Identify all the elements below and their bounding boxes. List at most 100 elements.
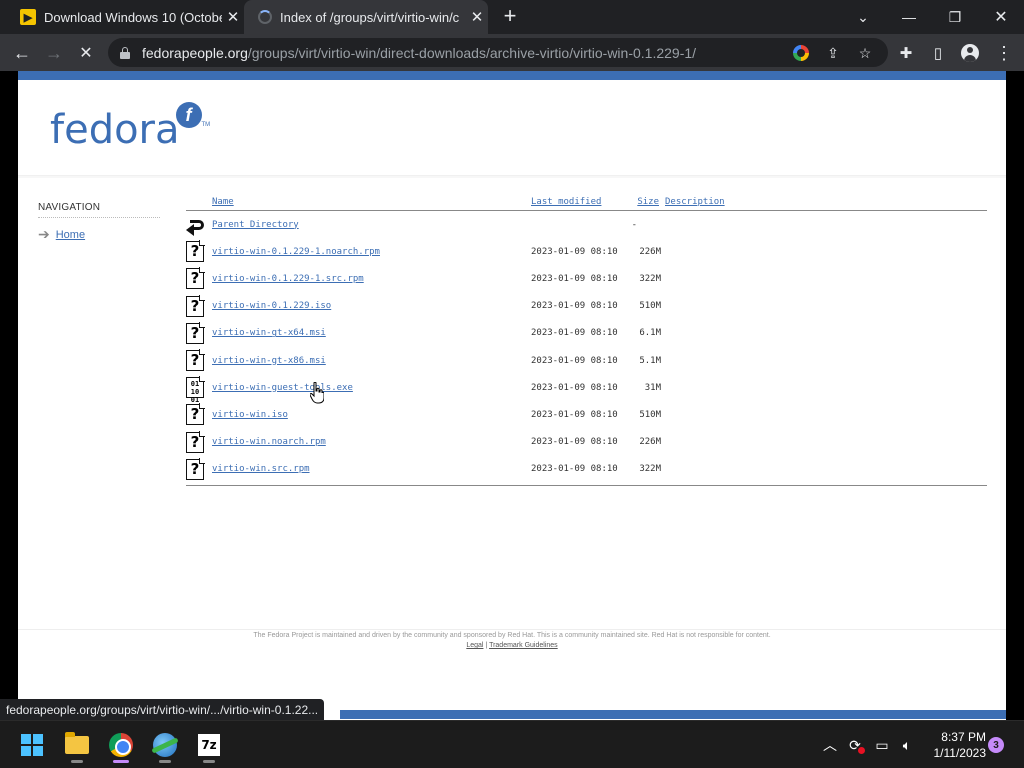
file-size: 510M (639, 301, 661, 312)
table-row[interactable]: ? virtio-win-0.1.229-1.noarch.rpm 2023-01-… (186, 238, 987, 265)
7zip-button[interactable]: 7z (191, 727, 227, 763)
unknown-file-icon: ? (186, 403, 205, 426)
file-modified: 2023-01-09 08:10 (531, 409, 618, 420)
file-modified: 2023-01-09 08:10 (531, 328, 618, 339)
stop-loading-icon[interactable]: ✕ (72, 39, 100, 67)
back-arrow-icon[interactable]: ← (8, 39, 36, 67)
address-bar[interactable]: fedorapeople.org/groups/virt/virtio-win/… (108, 38, 888, 67)
file-link[interactable]: virtio-win-0.1.229.iso (212, 301, 331, 311)
chrome-taskbar-button[interactable] (103, 727, 139, 763)
tab-index-of-virtio[interactable]: Index of /groups/virt/virtio-win/c ✕ (244, 0, 488, 34)
extensions-puzzle-icon[interactable]: ✚ (892, 39, 920, 67)
table-row[interactable]: ? virtio-win-0.1.229.iso 2023-01-09 08:10 5… (186, 293, 987, 320)
parent-directory-link[interactable]: Parent Directory (212, 220, 299, 230)
file-description (665, 265, 987, 292)
file-link[interactable]: virtio-win.noarch.rpm (212, 437, 326, 447)
file-explorer-button[interactable] (59, 727, 95, 763)
side-panel-icon[interactable]: ▯ (924, 39, 952, 67)
file-modified: 2023-01-09 08:10 (531, 273, 618, 284)
file-size: 510M (639, 409, 661, 420)
7zip-icon: 7z (198, 734, 220, 756)
chrome-icon (109, 733, 133, 757)
tab-strip: ▶ Download Windows 10 (October ✕ Index o… (0, 0, 1024, 34)
unknown-file-icon: ? (186, 349, 205, 372)
new-tab-button[interactable]: + (498, 5, 522, 29)
table-row[interactable]: ? virtio-win-gt-x86.msi 2023-01-09 08:10 5.… (186, 347, 987, 374)
file-modified: 2023-01-09 08:10 (531, 437, 618, 448)
forward-arrow-icon[interactable]: → (40, 39, 68, 67)
windows-start-button[interactable] (14, 727, 50, 763)
close-tab-icon[interactable]: ✕ (222, 8, 244, 26)
network-app-button[interactable] (147, 727, 183, 763)
file-link[interactable]: virtio-win-0.1.229-1.noarch.rpm (212, 247, 380, 257)
share-icon[interactable]: ⇪ (822, 42, 844, 64)
browser-toolbar: ← → ✕ fedorapeople.org/groups/virt/virti… (0, 34, 1024, 71)
file-size: 322M (639, 273, 661, 284)
site-header: fedora f TM (18, 80, 1006, 176)
parent-size: - (631, 219, 637, 230)
nav-title: NAVIGATION (38, 202, 160, 218)
header-name[interactable]: Name (212, 195, 531, 209)
file-link[interactable]: virtio-win.iso (212, 410, 288, 420)
lock-icon[interactable] (120, 46, 130, 59)
tab-search-icon[interactable]: ⌄ (840, 0, 886, 34)
minimize-icon[interactable]: — (886, 0, 932, 34)
hand-pointer-cursor-icon (310, 382, 324, 404)
footer-links: Legal | Trademark Guidelines (18, 642, 1006, 649)
fedora-infinity-icon: f (175, 102, 202, 128)
table-row[interactable]: ? virtio-win-0.1.229-1.src.rpm 2023-01-09 … (186, 265, 987, 292)
restore-icon[interactable]: ❐ (932, 0, 978, 34)
network-icon[interactable]: ▭ (870, 733, 894, 757)
file-modified: 2023-01-09 08:10 (531, 246, 618, 257)
file-link[interactable]: virtio-win-gt-x64.msi (212, 328, 326, 338)
chevron-up-icon[interactable]: ︿ (818, 733, 842, 757)
fedora-logo[interactable]: fedora f TM (50, 102, 211, 154)
header-divider (18, 176, 1006, 178)
footer-separator: | (485, 642, 488, 649)
taskbar-clock[interactable]: 8:37 PM 1/11/2023 (916, 729, 987, 761)
table-row[interactable]: 01 10 01 virtio-win-guest-tools.exe 2023-01-… (186, 374, 987, 404)
file-link[interactable]: virtio-win-0.1.229-1.src.rpm (212, 274, 364, 284)
trademark-guidelines-link[interactable]: Trademark Guidelines (489, 642, 558, 649)
sync-alert-icon[interactable]: ⟳ (843, 733, 867, 757)
header-last-modified[interactable]: Last modified (531, 195, 627, 209)
file-size: 226M (639, 246, 661, 257)
nav-link-home[interactable]: Home (56, 229, 85, 241)
table-row[interactable]: ? virtio-win-gt-x64.msi 2023-01-09 08:10 6.… (186, 320, 987, 347)
footer-text: The Fedora Project is maintained and dri… (253, 632, 771, 639)
table-row[interactable]: ? virtio-win.iso 2023-01-09 08:10 510M (186, 401, 987, 428)
clock-time: 8:37 PM (941, 730, 986, 744)
table-row[interactable]: ? virtio-win.noarch.rpm 2023-01-09 08:10 22… (186, 429, 987, 456)
file-modified: 2023-01-09 08:10 (531, 301, 618, 312)
menu-kebab-icon[interactable]: ⋮ (990, 39, 1018, 67)
legal-link[interactable]: Legal (466, 642, 483, 649)
listing-header-row: Name Last modified Size Description (186, 195, 987, 209)
file-size: 322M (639, 464, 661, 475)
table-row-parent[interactable]: Parent Directory - (186, 211, 987, 238)
file-link[interactable]: virtio-win-guest-tools.exe (212, 383, 353, 393)
google-lens-icon[interactable] (790, 42, 812, 64)
header-description[interactable]: Description (665, 195, 987, 209)
header-size[interactable]: Size (627, 195, 665, 209)
file-link[interactable]: virtio-win-gt-x86.msi (212, 356, 326, 366)
clock-date: 1/11/2023 (933, 746, 987, 760)
notification-count-badge[interactable]: 3 (988, 737, 1004, 753)
bookmark-star-icon[interactable]: ☆ (854, 42, 876, 64)
file-description (665, 456, 987, 483)
tab-download-windows[interactable]: ▶ Download Windows 10 (October ✕ (8, 0, 244, 34)
trademark-mark: TM (201, 122, 211, 128)
windows-start-icon (21, 734, 43, 756)
profile-avatar-icon[interactable] (956, 39, 984, 67)
unknown-file-icon: ? (186, 457, 205, 480)
tab-title: Download Windows 10 (October (44, 9, 222, 25)
back-arrow-folder-icon (186, 216, 206, 236)
file-description (665, 429, 987, 456)
file-link[interactable]: virtio-win.src.rpm (212, 464, 310, 474)
directory-listing: Name Last modified Size Description Pare… (186, 195, 987, 489)
file-modified: 2023-01-09 08:10 (531, 382, 618, 393)
url-text[interactable]: fedorapeople.org/groups/virt/virtio-win/… (142, 45, 696, 61)
close-window-icon[interactable]: ✕ (978, 0, 1024, 34)
table-row[interactable]: ? virtio-win.src.rpm 2023-01-09 08:10 322M (186, 456, 987, 483)
nav-item-home[interactable]: ➔ Home (38, 226, 160, 243)
close-tab-icon[interactable]: ✕ (466, 8, 488, 26)
